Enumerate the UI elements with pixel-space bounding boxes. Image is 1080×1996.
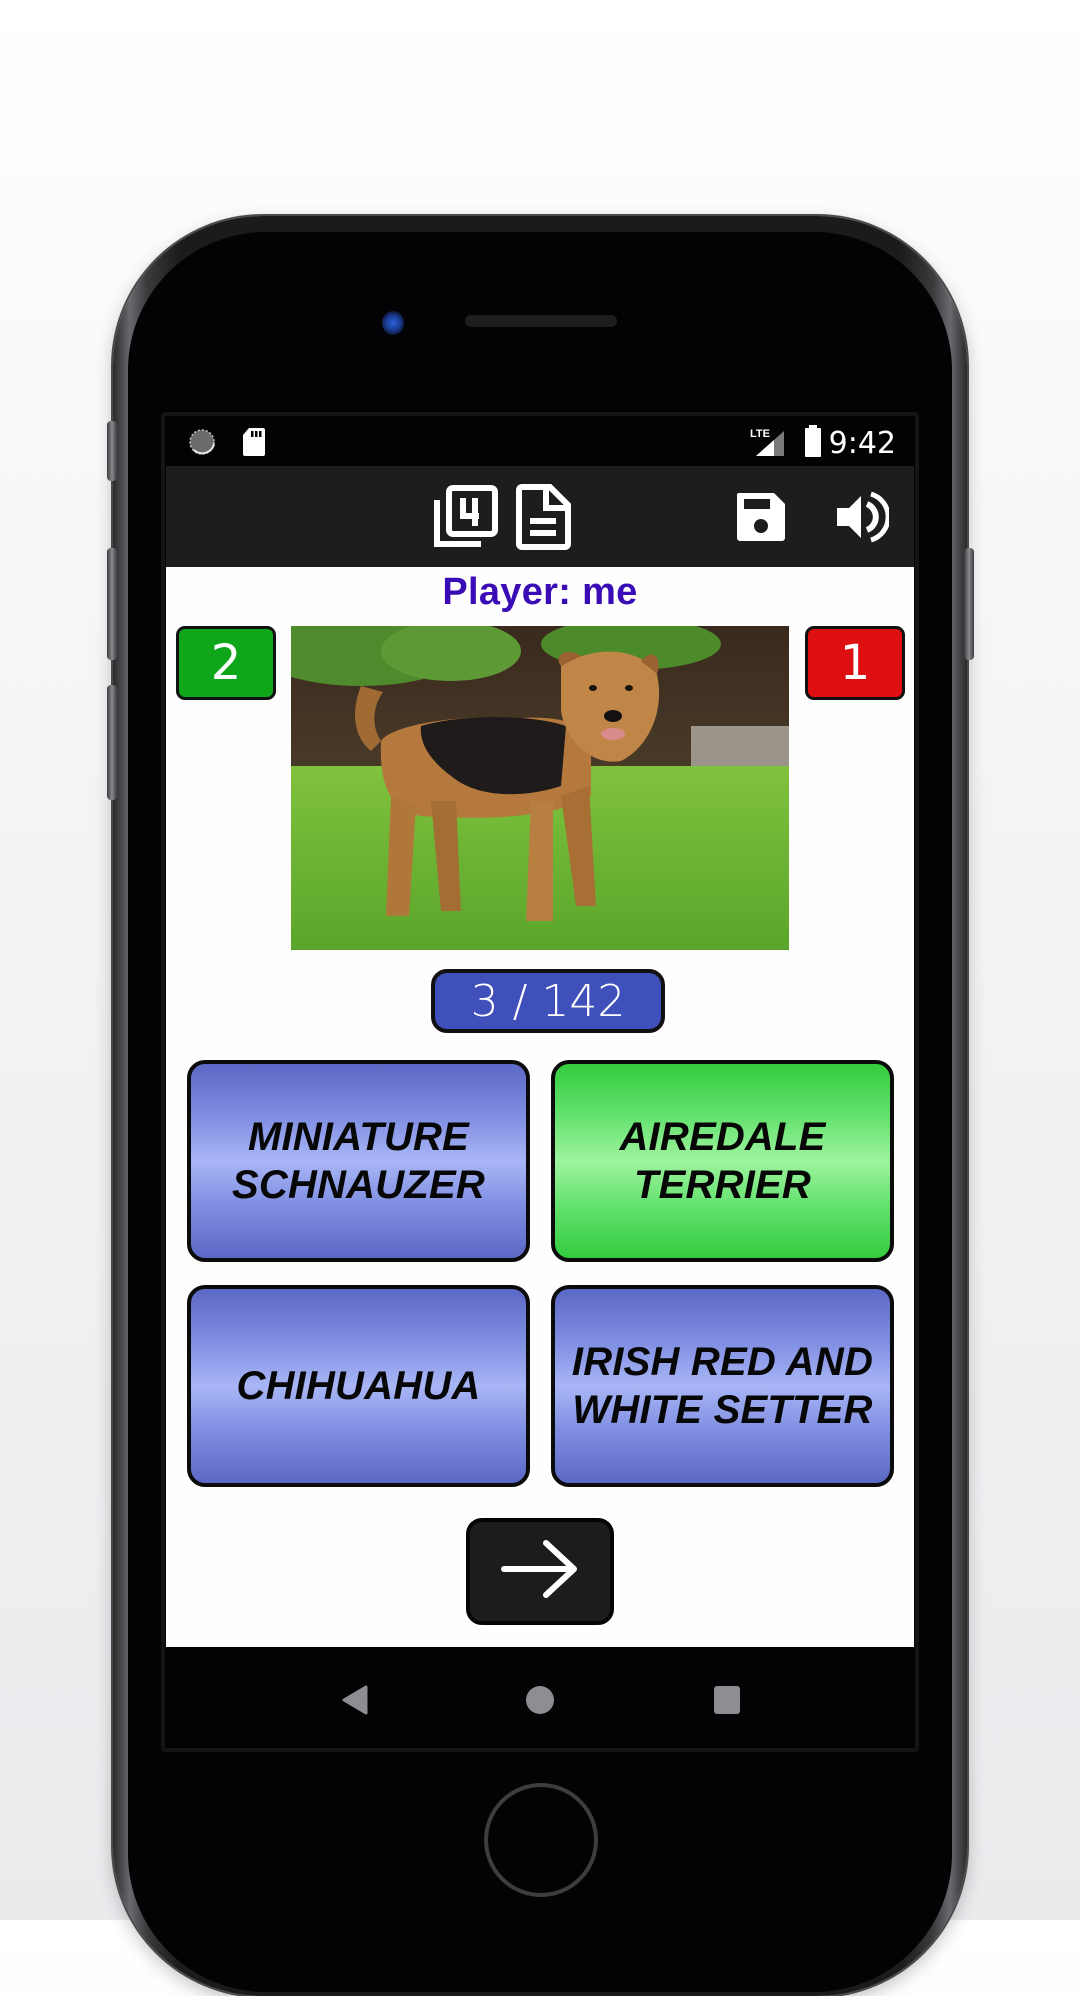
arrow-forward-icon [498,1537,582,1606]
answer-option-4[interactable]: IRISH RED AND WHITE SETTER [551,1285,894,1487]
answer-option-2-label: AIREDALE TERRIER [619,1115,826,1207]
home-icon[interactable] [525,1685,555,1720]
sync-icon [188,428,216,461]
status-bar: LTE 9:42 [166,418,914,466]
sd-card-icon [242,427,266,462]
wrong-score-value: 1 [839,635,871,691]
question-progress-counter: 3 / 142 [431,969,665,1033]
app-toolbar [166,466,914,567]
phone-power-button [964,548,974,660]
phone-volume-up-button [107,548,117,660]
network-label: LTE [750,428,770,440]
front-camera-icon [382,311,404,335]
lte-signal-icon: LTE [750,425,786,462]
question-progress-text: 3 / 142 [470,975,626,1027]
save-icon[interactable] [726,482,796,552]
back-icon[interactable] [340,1685,368,1720]
filter-4-icon[interactable] [431,482,501,552]
volume-icon[interactable] [826,482,896,552]
answer-option-1[interactable]: MINIATURE SCHNAUZER [187,1060,530,1262]
answer-option-1-label: MINIATURE SCHNAUZER [232,1115,485,1207]
answer-option-2[interactable]: AIREDALE TERRIER [551,1060,894,1262]
answer-option-3[interactable]: CHIHUAHUA [187,1285,530,1487]
system-nav-bar [166,1647,914,1748]
answer-option-4-label: IRISH RED AND WHITE SETTER [571,1340,874,1432]
quiz-content: Player: me 2 1 3 / 142 MINIATURE SCHNAUZ… [166,567,914,1647]
status-time: 9:42 [828,426,896,461]
correct-score-badge: 2 [176,626,276,700]
earpiece-speaker [465,315,617,327]
dog-photo [291,626,789,950]
screen: LTE 9:42 Player: me 2 1 3 / 142 MINIATUR… [166,418,914,1748]
correct-score-value: 2 [210,635,242,691]
document-icon[interactable] [509,482,579,552]
battery-icon [804,424,822,463]
phone-home-button [484,1783,598,1897]
next-question-button[interactable] [466,1518,614,1625]
phone-mute-switch [107,421,117,481]
player-label: Player: me [442,571,638,613]
wrong-score-badge: 1 [805,626,905,700]
answer-option-3-label: CHIHUAHUA [236,1364,481,1408]
phone-volume-down-button [107,685,117,800]
recents-icon[interactable] [713,1685,741,1720]
